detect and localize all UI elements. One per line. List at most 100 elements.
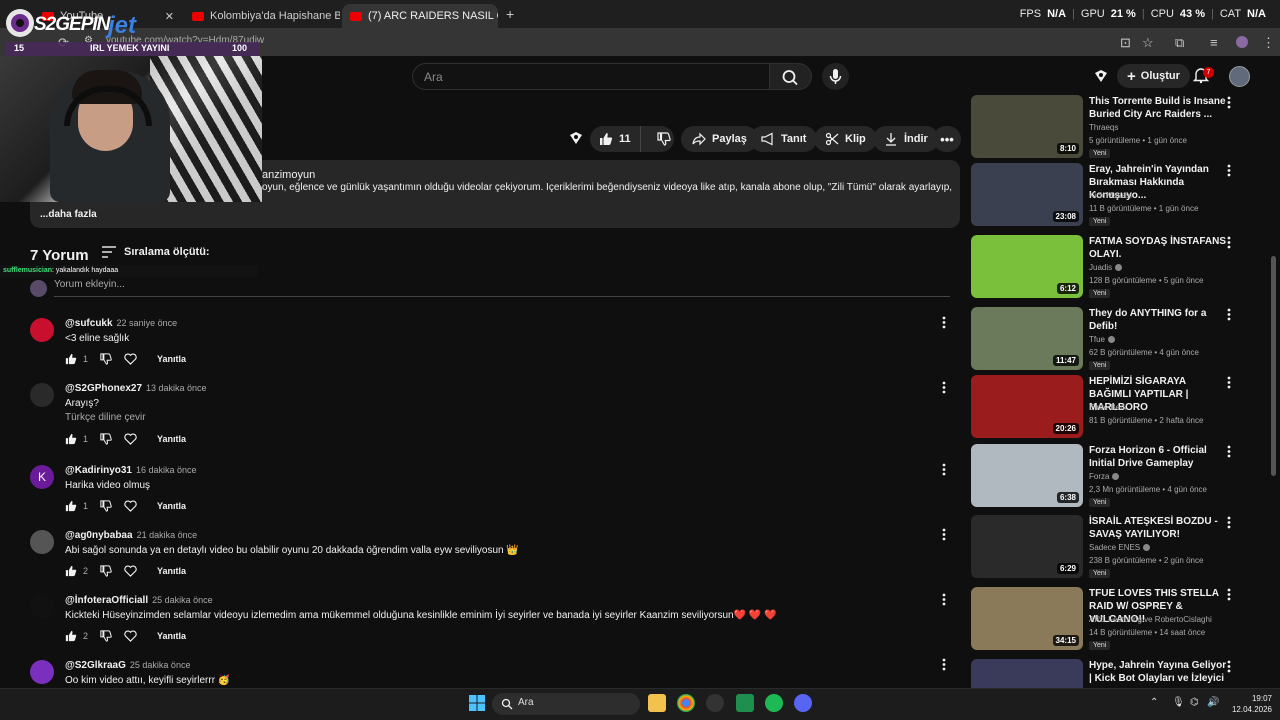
comment-like-icon[interactable] — [65, 353, 77, 365]
video-thumbnail[interactable]: 8:10 — [971, 95, 1083, 158]
comment-author[interactable]: @S2GlkraaG 25 dakika önce — [65, 660, 190, 671]
search-input[interactable]: Ara — [412, 63, 770, 90]
download-button[interactable]: İndir — [873, 126, 939, 152]
comment-dislike-icon[interactable] — [100, 353, 112, 365]
video-thumbnail[interactable]: 6:12 — [971, 235, 1083, 298]
scrollbar-thumb[interactable] — [1271, 256, 1276, 476]
video-menu-icon[interactable] — [1227, 164, 1231, 182]
live-stream-icon[interactable] — [1093, 68, 1109, 84]
comment-author[interactable]: @sufcukk 22 saniye önce — [65, 318, 177, 329]
reply-button[interactable]: Yanıtla — [157, 566, 186, 576]
comment-menu-icon[interactable] — [942, 381, 946, 399]
comment-like-icon[interactable] — [65, 500, 77, 512]
bookmark-star-icon[interactable]: ☆ — [1142, 35, 1154, 51]
heart-icon[interactable] — [124, 433, 137, 445]
video-menu-icon[interactable] — [1227, 588, 1231, 606]
video-menu-icon[interactable] — [1227, 445, 1231, 463]
microphone-tray-icon[interactable]: 🎙 — [1172, 697, 1185, 708]
windows-start-icon[interactable] — [469, 695, 485, 711]
comment-author[interactable]: @Kadirinyo31 16 dakika önce — [65, 465, 197, 476]
recommended-video[interactable]: 8:10 This Torrente Build is Insane Buried… — [971, 95, 1271, 159]
more-actions-button[interactable]: ••• — [933, 126, 961, 152]
comment-dislike-icon[interactable] — [100, 500, 112, 512]
video-channel[interactable]: ARC Featuring ve RobertoCislaghi — [1089, 615, 1212, 624]
video-channel[interactable]: Thraeqs — [1089, 123, 1118, 132]
comment-dislike-icon[interactable] — [100, 433, 112, 445]
comment-menu-icon[interactable] — [942, 528, 946, 546]
reply-button[interactable]: Yanıtla — [157, 354, 186, 364]
video-channel[interactable]: Juadis — [1089, 263, 1123, 272]
comment-dislike-icon[interactable] — [100, 630, 112, 642]
video-thumbnail[interactable]: 20:26 — [971, 375, 1083, 438]
taskbar-search[interactable]: Ara — [492, 693, 640, 715]
video-channel[interactable]: Tfue — [1089, 335, 1116, 344]
file-explorer-icon[interactable] — [648, 694, 666, 712]
reply-button[interactable]: Yanıtla — [157, 434, 186, 444]
comment-menu-icon[interactable] — [942, 463, 946, 481]
video-title[interactable]: Forza Horizon 6 - Official Initial Drive… — [1089, 444, 1229, 470]
comment-like-icon[interactable] — [65, 630, 77, 642]
page-scrollbar[interactable] — [1271, 96, 1276, 696]
heart-icon[interactable] — [124, 565, 137, 577]
browser-menu-icon[interactable]: ⋮ — [1262, 35, 1275, 51]
comment-avatar[interactable]: K — [30, 465, 54, 489]
video-menu-icon[interactable] — [1227, 308, 1231, 326]
extensions-icon[interactable]: ⧉ — [1175, 35, 1184, 51]
spotify-icon[interactable] — [765, 694, 783, 712]
comment-menu-icon[interactable] — [942, 316, 946, 334]
thanks-icon[interactable] — [568, 130, 584, 146]
video-menu-icon[interactable] — [1227, 376, 1231, 394]
account-avatar[interactable] — [1229, 66, 1250, 87]
video-title[interactable]: This Torrente Build is Insane Buried Cit… — [1089, 95, 1229, 121]
install-app-icon[interactable]: ⊡ — [1120, 35, 1131, 51]
comment-dislike-icon[interactable] — [100, 565, 112, 577]
video-channel[interactable]: Kick Masası — [1089, 191, 1132, 200]
video-thumbnail[interactable]: 34:15 — [971, 587, 1083, 650]
comment-author[interactable]: @S2GPhonex27 13 dakika önce — [65, 383, 207, 394]
new-tab-button[interactable]: + — [506, 6, 514, 22]
recommended-video[interactable]: 6:29 İSRAİL ATEŞKESİ BOZDU - SAVAŞ YAYILI… — [971, 515, 1271, 579]
translate-link[interactable]: Türkçe diline çevir — [65, 412, 146, 423]
search-button[interactable] — [770, 63, 812, 90]
network-icon[interactable]: ⌬ — [1190, 697, 1199, 708]
video-menu-icon[interactable] — [1227, 96, 1231, 114]
video-thumbnail[interactable]: 6:38 — [971, 444, 1083, 507]
discord-icon[interactable] — [794, 694, 812, 712]
close-tab-icon[interactable]: ✕ — [165, 10, 174, 23]
heart-icon[interactable] — [124, 500, 137, 512]
video-title[interactable]: They do ANYTHING for a Defib! — [1089, 307, 1229, 333]
comment-like-icon[interactable] — [65, 565, 77, 577]
video-title[interactable]: İSRAİL ATEŞKESİ BOZDU - SAVAŞ YAYILIYOR! — [1089, 515, 1229, 541]
like-button[interactable]: 11 — [590, 126, 641, 152]
chrome-icon[interactable] — [677, 694, 695, 712]
show-more-link[interactable]: ...daha fazla — [40, 209, 97, 220]
video-channel[interactable]: Forza — [1089, 472, 1120, 481]
video-thumbnail[interactable]: 11:47 — [971, 307, 1083, 370]
tab-arc-raiders[interactable]: (7) ARC RAIDERS NASIL OYNAN ✕ — [342, 4, 498, 28]
voice-search-button[interactable] — [822, 63, 849, 90]
promote-button[interactable]: Tanıt — [750, 126, 818, 152]
recommended-video[interactable]: 6:38 Forza Horizon 6 - Official Initial D… — [971, 444, 1271, 508]
heart-icon[interactable] — [124, 353, 137, 365]
dislike-button[interactable] — [647, 132, 681, 146]
recommended-video[interactable]: 20:26 HEPİMİZİ SİGARAYA BAĞIMLI YAPTILAR … — [971, 375, 1271, 439]
comment-avatar[interactable] — [30, 318, 54, 342]
recommended-video[interactable]: 11:47 They do ANYTHING for a Defib! Tfue 62… — [971, 307, 1271, 371]
video-title[interactable]: FATMA SOYDAŞ İNSTAFANS OLAYI. — [1089, 235, 1229, 261]
recommended-video[interactable]: 23:08 Eray, Jahrein'in Yayından Bırakması… — [971, 163, 1271, 227]
video-channel[interactable]: Emre Berk — [1089, 403, 1127, 412]
comment-avatar[interactable] — [30, 660, 54, 684]
volume-icon[interactable]: 🔊 — [1207, 697, 1219, 708]
comment-menu-icon[interactable] — [942, 593, 946, 611]
video-thumbnail[interactable]: 6:29 — [971, 515, 1083, 578]
reading-list-icon[interactable]: ≡ — [1210, 35, 1218, 50]
create-button[interactable]: + Oluştur — [1117, 64, 1190, 88]
app-icon[interactable] — [706, 694, 724, 712]
tray-chevron-icon[interactable]: ⌃ — [1150, 697, 1158, 708]
video-menu-icon[interactable] — [1227, 516, 1231, 534]
system-clock[interactable]: 19:07 12.04.2026 — [1222, 693, 1272, 715]
video-menu-icon[interactable] — [1227, 660, 1231, 678]
reply-button[interactable]: Yanıtla — [157, 631, 186, 641]
video-thumbnail[interactable]: 23:08 — [971, 163, 1083, 226]
clip-button[interactable]: Klip — [814, 126, 877, 152]
